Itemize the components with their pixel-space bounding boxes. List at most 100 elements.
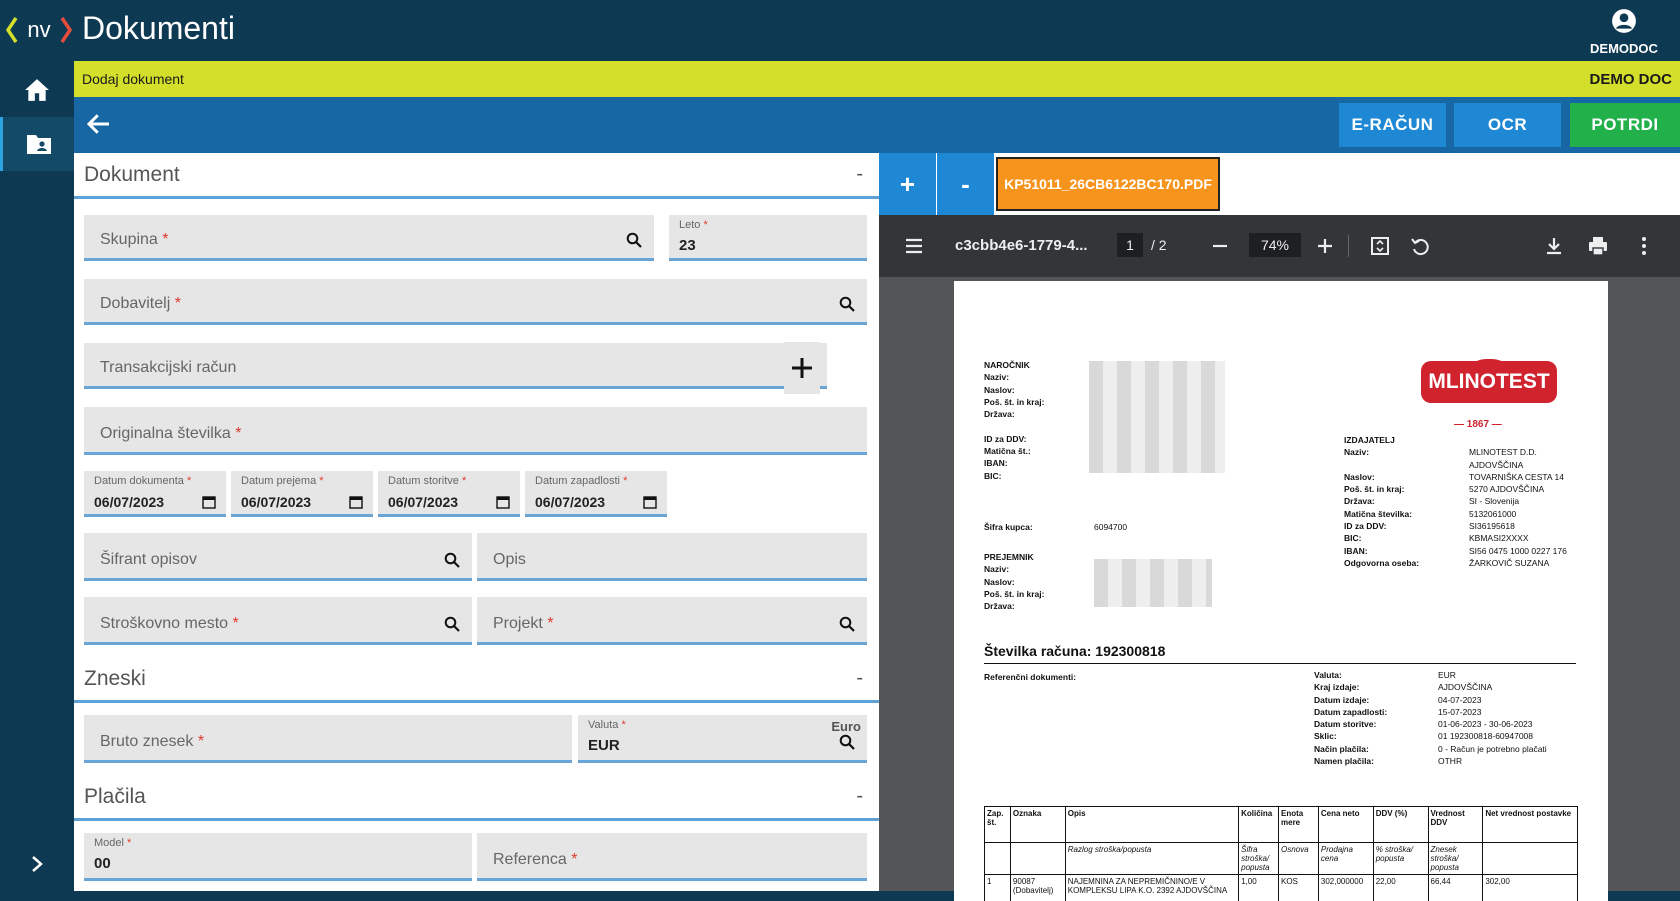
bruto-znesek-field[interactable]: Bruto znesek * (84, 715, 572, 763)
narocnik-line (984, 420, 1044, 432)
add-account-button[interactable] (784, 342, 820, 394)
table-subheader-cell (1483, 843, 1577, 874)
calendar-icon[interactable] (643, 495, 657, 509)
valuta-field[interactable]: Valuta * EUR Euro (578, 715, 867, 763)
izdajatelj-label: IZDAJATELJ (1344, 435, 1395, 445)
menu-icon[interactable] (903, 235, 925, 257)
meta-label: Kraj izdaje: (1314, 682, 1360, 693)
transakcijski-racun-field[interactable]: Transakcijski račun (84, 343, 827, 389)
meta-value: 15-07-2023 (1438, 706, 1482, 717)
section-title: Zneski (84, 667, 146, 690)
print-icon[interactable] (1587, 235, 1609, 257)
table-subheader: Razlog stroška/popusta Šifra stroška/ pop… (985, 843, 1577, 875)
zoom-out-icon[interactable] (1209, 235, 1231, 257)
fit-page-icon[interactable] (1369, 235, 1391, 257)
table-header-cell: Enota mere (1279, 807, 1319, 842)
viewer-zoom-in-button[interactable]: + (879, 153, 936, 215)
datum-storitve-field[interactable]: Datum storitve * 06/07/2023 (378, 471, 520, 517)
originalna-stevilka-field[interactable]: Originalna številka * (84, 407, 867, 455)
folder-user-icon (26, 135, 51, 154)
collapse-icon[interactable]: - (856, 163, 863, 186)
table-subheader-cell: Prodajna cena (1319, 843, 1374, 874)
calendar-icon[interactable] (496, 495, 510, 509)
prejemnik-label: Naziv: (984, 564, 1010, 575)
page-total: / 2 (1151, 237, 1167, 253)
zoom-in-icon[interactable] (1314, 235, 1336, 257)
izdajatelj-value: TOVARNIŠKA CESTA 14 (1469, 471, 1564, 482)
rotate-icon[interactable] (1409, 235, 1431, 257)
prejemnik-label: Poš. št. in kraj: (984, 588, 1045, 599)
valuta-name: Euro (831, 719, 861, 734)
viewer-zoom-out-button[interactable]: - (937, 153, 994, 215)
izdajatelj-value: ŽARKOVIČ SUZANA (1469, 557, 1550, 568)
meta-values: EUR AJDOVŠČINA 04-07-2023 15-07-2023 01-06-2… (1438, 669, 1547, 767)
prejemnik-label: Država: (984, 601, 1015, 612)
search-icon[interactable] (444, 552, 460, 568)
prejemnik-label: Naslov: (984, 576, 1015, 587)
document-form: Dokument - Skupina * Leto * 23 Dobavitel… (74, 153, 879, 891)
user-menu[interactable]: DEMODOC (1572, 8, 1676, 56)
invoice-number: Številka računa: 192300818 (984, 643, 1166, 659)
side-nav (0, 61, 74, 891)
confirm-button[interactable]: POTRDI (1570, 103, 1680, 147)
top-bar: nv Dokumenti DEMODOC (0, 0, 1680, 61)
back-arrow-icon[interactable] (84, 109, 114, 139)
izdajatelj-label (1344, 459, 1419, 471)
page-input[interactable]: 1 (1117, 233, 1143, 257)
zoom-level[interactable]: 74% (1249, 233, 1301, 257)
narocnik-line: BIC: (984, 470, 1002, 481)
nav-home[interactable] (0, 63, 74, 117)
izdajatelj-labels: IZDAJATELJ Naziv: Naslov: Poš. št. in kraj… (1344, 434, 1419, 569)
meta-value: EUR (1438, 670, 1456, 680)
section-dokument[interactable]: Dokument - (74, 153, 879, 199)
table-header-cell: Vrednost DDV (1429, 807, 1484, 842)
table-cell: 302,00 (1485, 877, 1510, 886)
model-field[interactable]: Model * 00 (84, 833, 472, 881)
stroskovno-mesto-field[interactable]: Stroškovno mesto * (84, 597, 472, 645)
opis-field[interactable]: Opis (477, 533, 867, 581)
ocr-button[interactable]: OCR (1454, 103, 1561, 147)
search-icon[interactable] (626, 232, 642, 248)
prejemnik-labels: PREJEMNIK Naziv: Naslov: Poš. št. in kraj: D… (984, 551, 1044, 612)
table-header-cell: Cena neto (1319, 807, 1374, 842)
projekt-field[interactable]: Projekt * (477, 597, 867, 645)
table-subheader-cell (1011, 843, 1066, 874)
datum-zapadlosti-field[interactable]: Datum zapadlosti * 06/07/2023 (525, 471, 667, 517)
pdf-toolbar: c3cbb4e6-1779-4... 1 / 2 74% (879, 215, 1680, 277)
nav-expand[interactable] (0, 837, 74, 891)
eracun-button[interactable]: E-RAČUN (1339, 103, 1446, 147)
datum-dokumenta-field[interactable]: Datum dokumenta * 06/07/2023 (84, 471, 226, 517)
section-zneski[interactable]: Zneski - (74, 657, 879, 703)
izdajatelj-value: SI56 0475 1000 0227 176 (1469, 545, 1567, 556)
more-options-icon[interactable] (1633, 235, 1655, 257)
dobavitelj-field[interactable]: Dobavitelj * (84, 279, 867, 325)
izdajatelj-value: 5132061000 (1469, 508, 1517, 519)
calendar-icon[interactable] (202, 495, 216, 509)
file-tab[interactable]: KP51011_26CB6122BC170.PDF (996, 157, 1220, 211)
skupina-field[interactable]: Skupina * (84, 215, 654, 261)
meta-label: Namen plačila: (1314, 756, 1374, 767)
search-icon[interactable] (839, 296, 855, 312)
sifrant-opisov-field[interactable]: Šifrant opisov (84, 533, 472, 581)
collapse-icon[interactable]: - (856, 785, 863, 808)
invoice-table: Zap. št. Oznaka Opis Količina Enota mere Cena… (984, 806, 1578, 901)
leto-value: 23 (679, 237, 696, 254)
subheader-company: DEMO DOC (1589, 71, 1673, 88)
nav-documents[interactable] (0, 117, 74, 171)
izdajatelj-value: 5270 AJDOVŠČINA (1469, 484, 1545, 495)
search-icon[interactable] (839, 616, 855, 632)
izdajatelj-label: Naslov: (1344, 471, 1375, 482)
narocnik-line: Poš. št. in kraj: (984, 396, 1045, 407)
download-icon[interactable] (1543, 235, 1565, 257)
leto-field[interactable]: Leto * 23 (669, 215, 867, 261)
table-cell: KOS (1279, 875, 1319, 901)
calendar-icon[interactable] (349, 495, 363, 509)
narocnik-line: Država: (984, 409, 1015, 420)
datum-prejema-field[interactable]: Datum prejema * 06/07/2023 (231, 471, 373, 517)
search-icon[interactable] (444, 616, 460, 632)
table-header-cell: Net vrednost postavke (1485, 809, 1572, 818)
referenca-field[interactable]: Referenca * (477, 833, 867, 881)
search-icon[interactable] (839, 734, 855, 750)
collapse-icon[interactable]: - (856, 667, 863, 690)
section-placila[interactable]: Plačila - (74, 775, 879, 821)
